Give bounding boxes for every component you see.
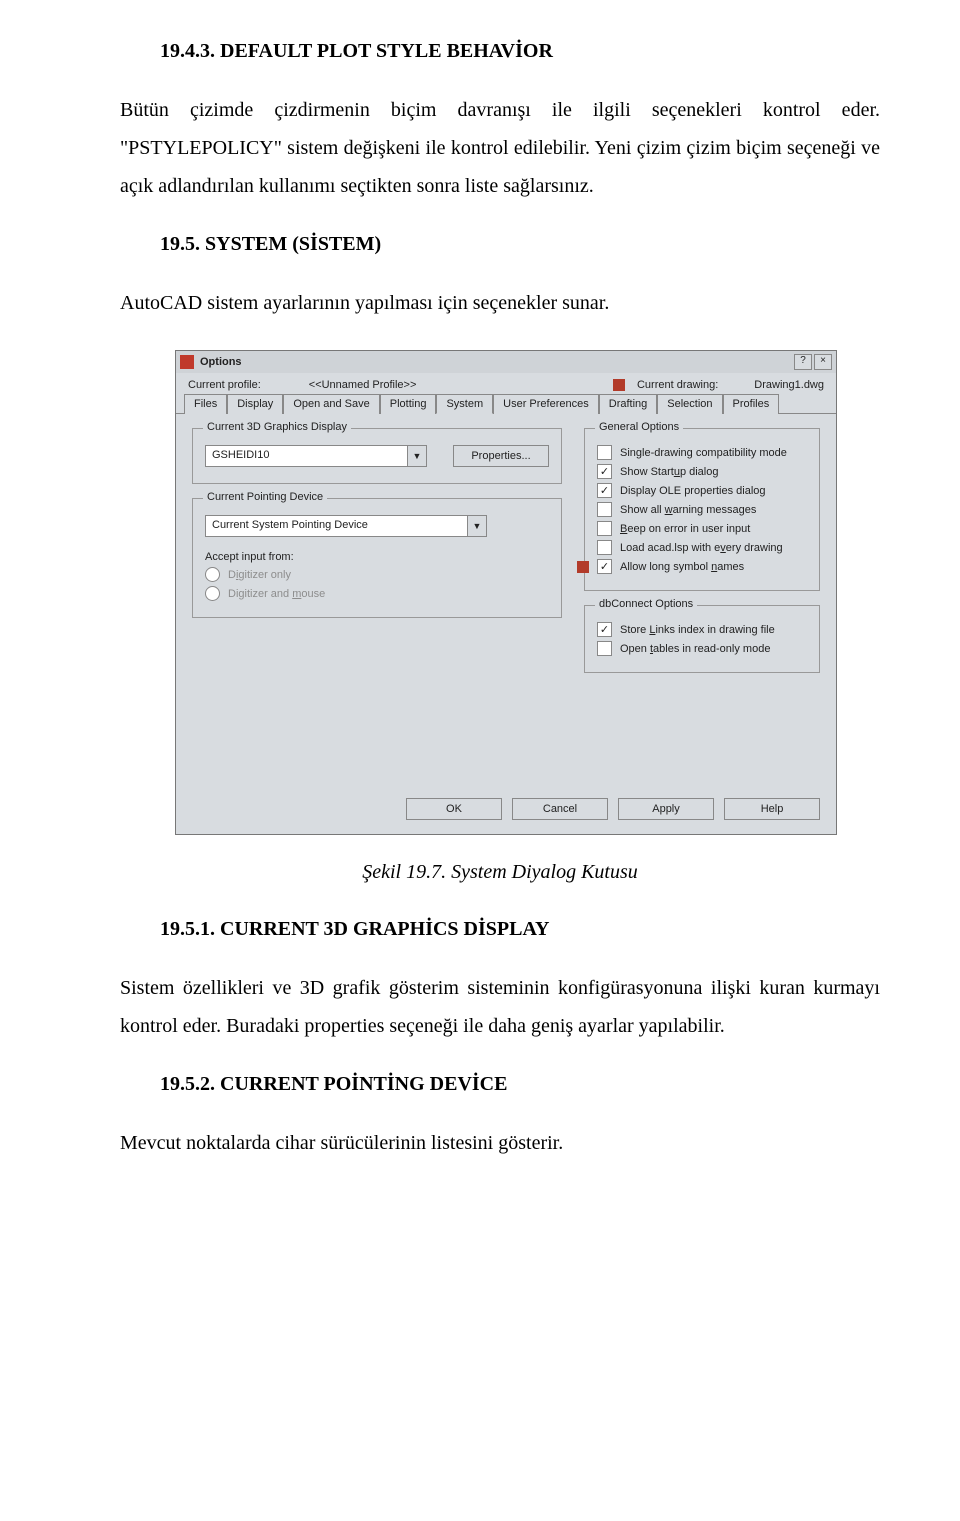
chevron-down-icon[interactable]: ▼ (467, 516, 486, 536)
dialog-footer: OK Cancel Apply Help (176, 792, 836, 834)
ok-button[interactable]: OK (406, 798, 502, 820)
check-long-symbol[interactable]: Allow long symbol names (577, 559, 807, 574)
pointing-dropdown[interactable]: Current System Pointing Device ▼ (205, 515, 487, 537)
tab-display[interactable]: Display (227, 394, 283, 414)
check-open-tables-ro[interactable]: Open tables in read-only mode (597, 641, 807, 656)
check-single-drawing[interactable]: Single-drawing compatibility mode (597, 445, 807, 460)
options-dialog: Options ? × Current profile: <<Unnamed P… (175, 350, 837, 835)
radio-digitizer-only: Digitizer only (205, 567, 549, 582)
check-show-warnings[interactable]: Show all warning messages (597, 502, 807, 517)
check-show-startup[interactable]: Show Startup dialog (597, 464, 807, 479)
titlebar: Options ? × (176, 351, 836, 373)
tabs: Files Display Open and Save Plotting Sys… (176, 393, 836, 414)
group-pointing-legend: Current Pointing Device (203, 491, 327, 503)
tab-system[interactable]: System (436, 394, 493, 414)
help-button[interactable]: Help (724, 798, 820, 820)
heading-1943: 19.4.3. DEFAULT PLOT STYLE BEHAVİOR (160, 40, 880, 63)
group-pointing: Current Pointing Device Current System P… (192, 498, 562, 618)
tab-plotting[interactable]: Plotting (380, 394, 437, 414)
profile-label: Current profile: (188, 379, 261, 391)
heading-195: 19.5. SYSTEM (SİSTEM) (160, 233, 880, 256)
check-load-acadlsp[interactable]: Load acad.lsp with every drawing (597, 540, 807, 555)
para-1951: Sistem özellikleri ve 3D grafik gösterim… (120, 969, 880, 1045)
tab-drafting[interactable]: Drafting (599, 394, 658, 414)
profile-row: Current profile: <<Unnamed Profile>> Cur… (176, 373, 836, 393)
chevron-down-icon[interactable]: ▼ (407, 446, 426, 466)
heading-1951: 19.5.1. CURRENT 3D GRAPHİCS DİSPLAY (160, 918, 880, 941)
tab-profiles[interactable]: Profiles (723, 394, 780, 414)
group-dbconnect: dbConnect Options Store Links index in d… (584, 605, 820, 673)
close-button[interactable]: × (814, 354, 832, 370)
driver-value: GSHEIDI10 (206, 446, 407, 466)
tab-files[interactable]: Files (184, 394, 227, 414)
tab-open-save[interactable]: Open and Save (283, 394, 379, 414)
drawing-icon (577, 561, 589, 573)
check-beep-error[interactable]: Beep on error in user input (597, 521, 807, 536)
radio-digitizer-mouse: Digitizer and mouse (205, 586, 549, 601)
group-3d-legend: Current 3D Graphics Display (203, 421, 351, 433)
cancel-button[interactable]: Cancel (512, 798, 608, 820)
check-ole-props[interactable]: Display OLE properties dialog (597, 483, 807, 498)
group-general-options: General Options Single-drawing compatibi… (584, 428, 820, 591)
drawing-label: Current drawing: (637, 379, 718, 391)
group-general-legend: General Options (595, 421, 683, 433)
group-3d-display: Current 3D Graphics Display GSHEIDI10 ▼ … (192, 428, 562, 484)
tab-user-prefs[interactable]: User Preferences (493, 394, 599, 414)
pointing-value: Current System Pointing Device (206, 516, 467, 536)
dialog-title: Options (200, 356, 242, 368)
para-1952: Mevcut noktalarda cihar sürücülerinin li… (120, 1124, 880, 1162)
help-button[interactable]: ? (794, 354, 812, 370)
drawing-value: Drawing1.dwg (754, 379, 824, 391)
accept-input-label: Accept input from: (205, 551, 549, 563)
drawing-icon (613, 379, 625, 391)
para-1943: Bütün çizimde çizdirmenin biçim davranış… (120, 91, 880, 205)
properties-button[interactable]: Properties... (453, 445, 549, 467)
check-store-links[interactable]: Store Links index in drawing file (597, 622, 807, 637)
para-195: AutoCAD sistem ayarlarının yapılması içi… (120, 284, 880, 322)
app-icon (180, 355, 194, 369)
heading-1952: 19.5.2. CURRENT POİNTİNG DEVİCE (160, 1073, 880, 1096)
figure-caption: Şekil 19.7. System Diyalog Kutusu (120, 861, 880, 884)
tab-selection[interactable]: Selection (657, 394, 722, 414)
group-dbconnect-legend: dbConnect Options (595, 598, 697, 610)
apply-button[interactable]: Apply (618, 798, 714, 820)
driver-dropdown[interactable]: GSHEIDI10 ▼ (205, 445, 427, 467)
profile-value: <<Unnamed Profile>> (309, 379, 417, 391)
